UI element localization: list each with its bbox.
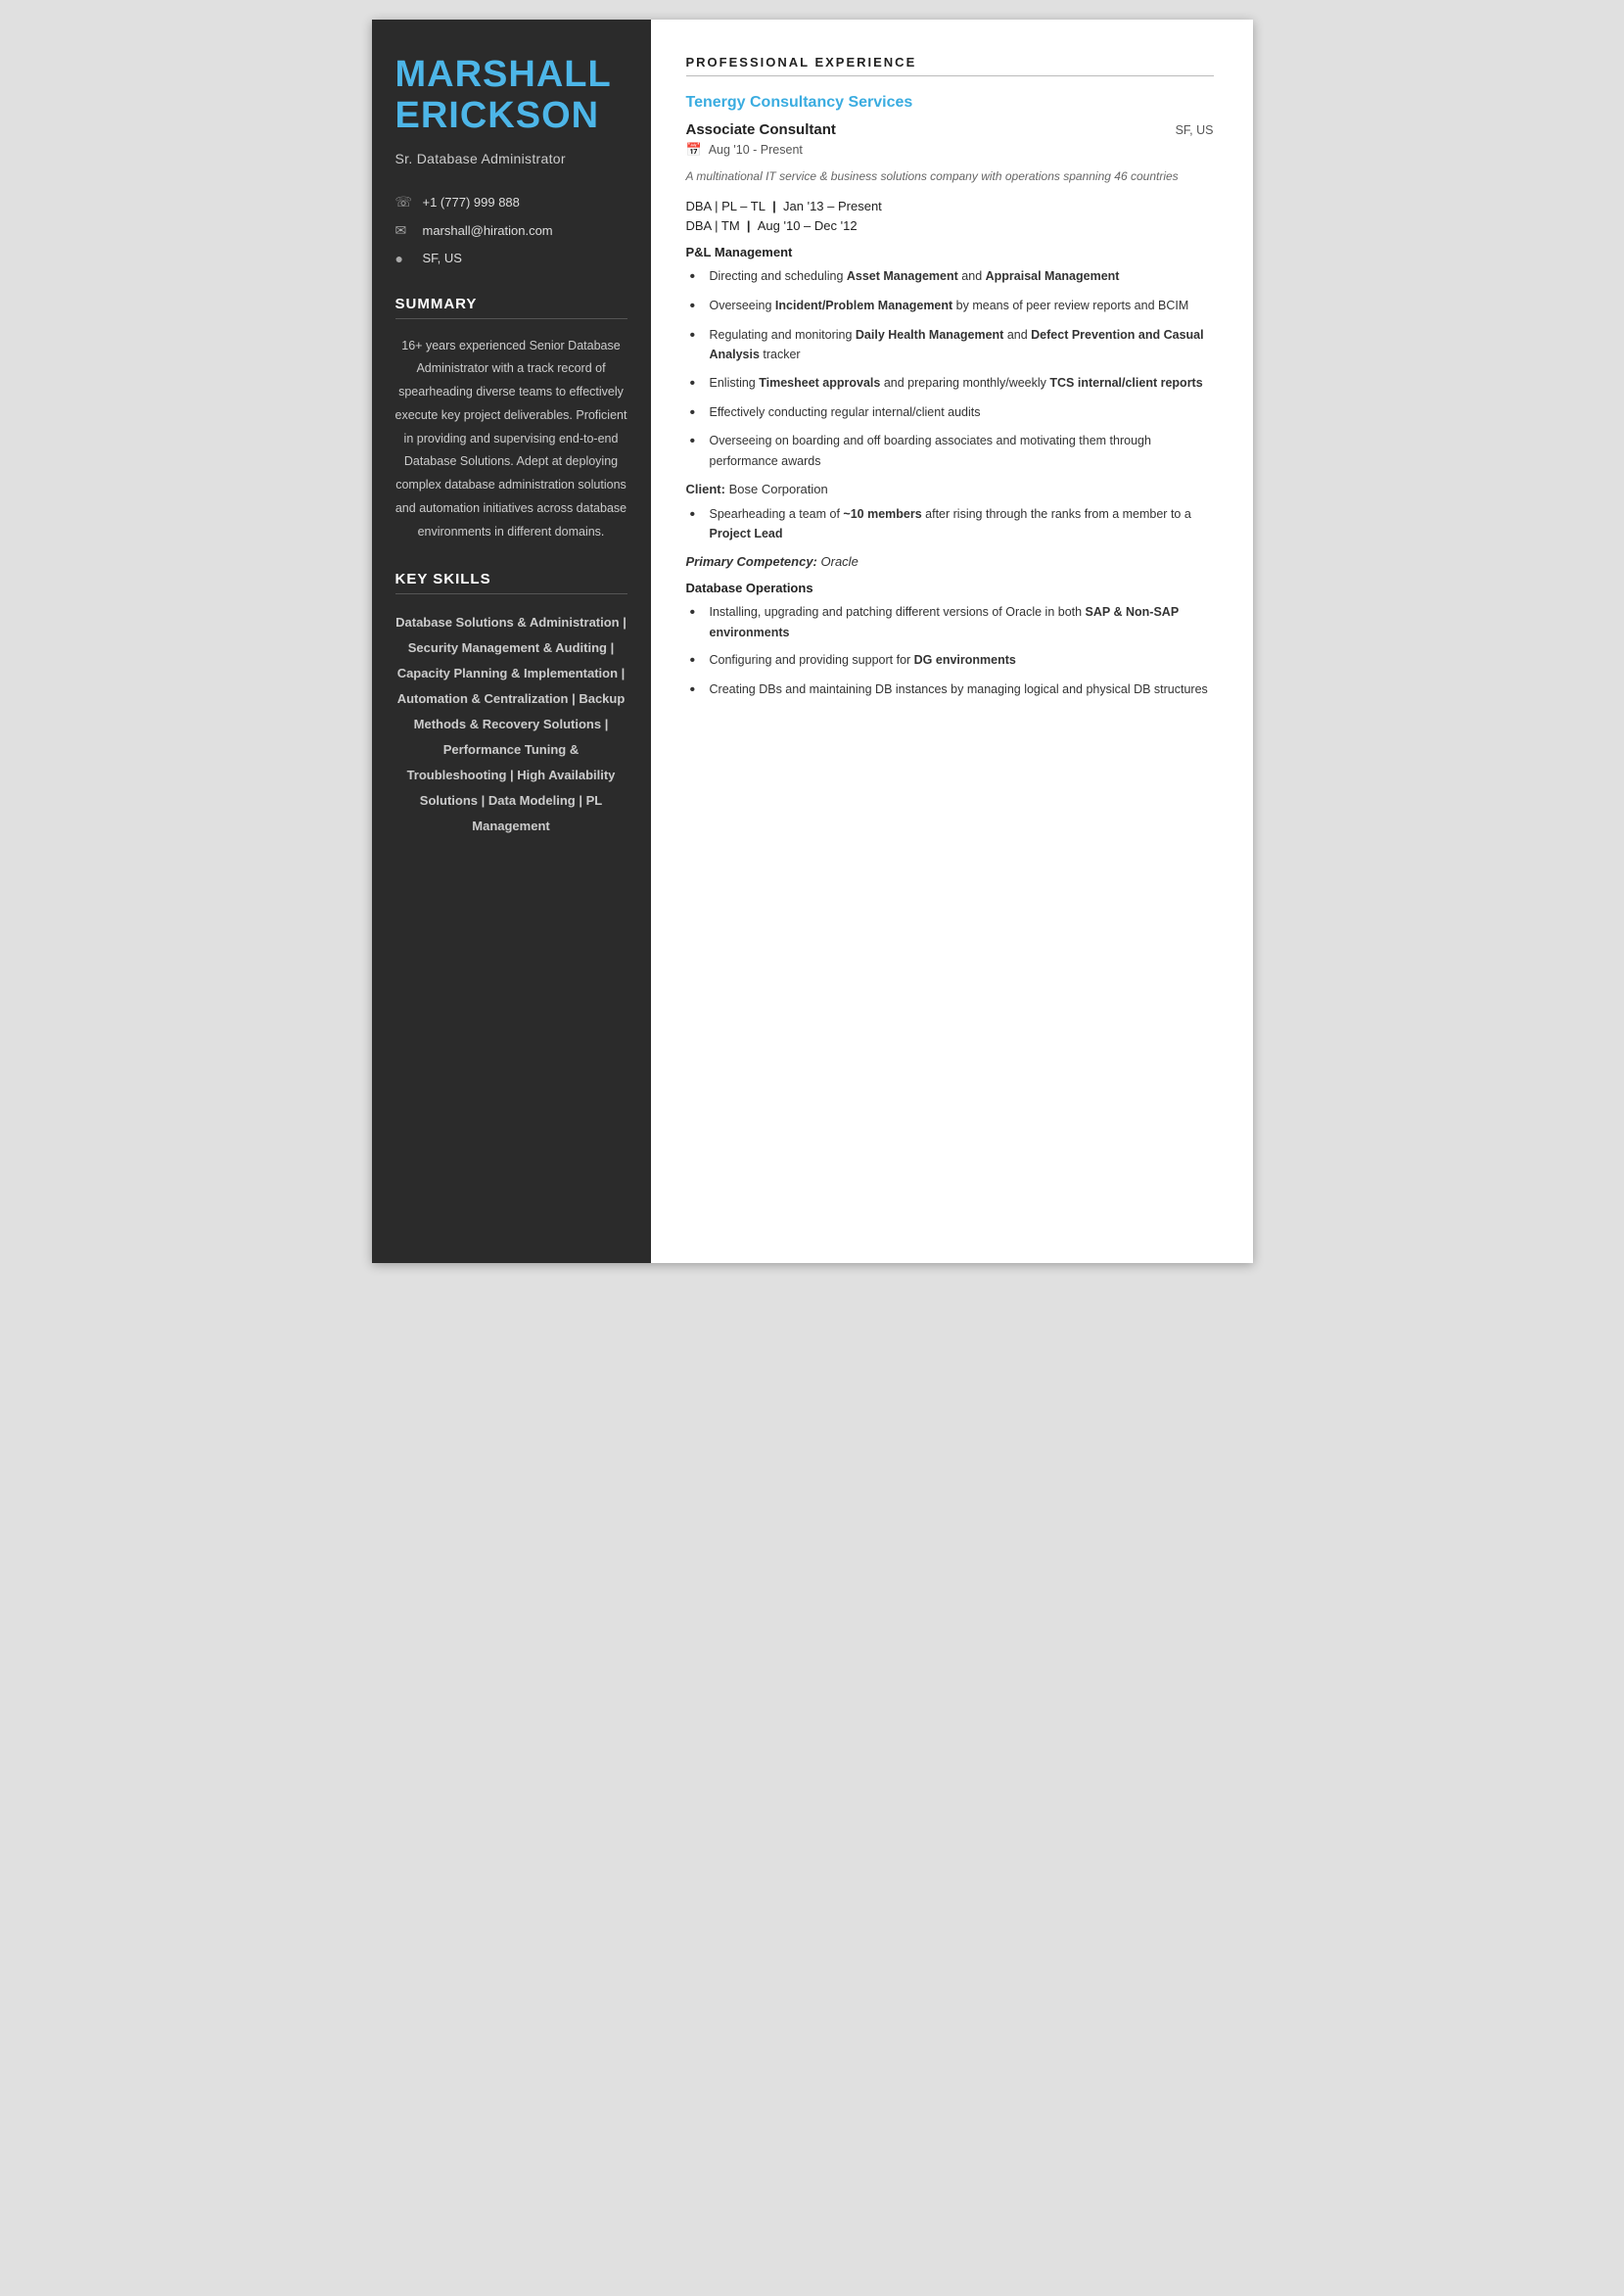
pl-bullet-3: • Regulating and monitoring Daily Health… [686, 325, 1214, 365]
email-icon: ✉ [395, 222, 413, 239]
company-description: A multinational IT service & business so… [686, 167, 1214, 185]
bullet-dot: • [690, 651, 704, 672]
phone-number: +1 (777) 999 888 [423, 195, 520, 210]
summary-text: 16+ years experienced Senior Database Ad… [395, 335, 627, 544]
name-line2: ERICKSON [395, 95, 600, 136]
bullet-dot: • [690, 680, 704, 701]
contact-list: ☏ +1 (777) 999 888 ✉ marshall@hiration.c… [395, 194, 627, 266]
client-name: Bose Corporation [729, 482, 828, 496]
candidate-title: Sr. Database Administrator [395, 151, 627, 166]
pl-bullet-1-text: Directing and scheduling Asset Managemen… [710, 266, 1120, 287]
client-bullet-1: • Spearheading a team of ~10 members aft… [686, 504, 1214, 544]
resume-container: MARSHALL ERICKSON Sr. Database Administr… [372, 20, 1253, 1263]
dates-text: Aug '10 - Present [709, 143, 803, 157]
experience-section-title: PROFESSIONAL EXPERIENCE [686, 55, 1214, 70]
role2-dates: Aug '10 – Dec '12 [758, 218, 858, 233]
db-bullet-2: • Configuring and providing support for … [686, 650, 1214, 672]
sidebar: MARSHALL ERICKSON Sr. Database Administr… [372, 20, 651, 1263]
pl-management-title: P&L Management [686, 245, 1214, 259]
primary-competency-value: Oracle [821, 554, 858, 569]
bullet-dot: • [690, 374, 704, 395]
db-operations-title: Database Operations [686, 581, 1214, 595]
pl-bullet-5: • Effectively conducting regular interna… [686, 402, 1214, 424]
location-text: SF, US [423, 251, 462, 265]
bullet-dot: • [690, 267, 704, 288]
pl-bullet-1: • Directing and scheduling Asset Managem… [686, 266, 1214, 288]
email-address: marshall@hiration.com [423, 223, 553, 238]
db-bullet-3: • Creating DBs and maintaining DB instan… [686, 679, 1214, 701]
role2-label: DBA | TM [686, 218, 740, 233]
bullet-dot: • [690, 326, 704, 347]
client-bullet-1-text: Spearheading a team of ~10 members after… [710, 504, 1214, 544]
skills-divider [395, 593, 627, 594]
phone-icon: ☏ [395, 194, 413, 211]
bullet-dot: • [690, 505, 704, 526]
job-dates: 📅 Aug '10 - Present [686, 142, 1214, 158]
pl-bullet-list: • Directing and scheduling Asset Managem… [686, 266, 1214, 472]
pl-bullet-6-text: Overseeing on boarding and off boarding … [710, 431, 1214, 471]
contact-email: ✉ marshall@hiration.com [395, 222, 627, 239]
primary-competency-line: Primary Competency: Oracle [686, 554, 1214, 569]
contact-phone: ☏ +1 (777) 999 888 [395, 194, 627, 211]
experience-divider [686, 75, 1214, 76]
name-line1: MARSHALL [395, 54, 612, 95]
db-bullet-2-text: Configuring and providing support for DG… [710, 650, 1016, 671]
summary-section-title: SUMMARY [395, 296, 627, 312]
skills-text: Database Solutions & Administration | Se… [395, 610, 627, 839]
role1-label: DBA | PL – TL [686, 199, 766, 213]
company-name: Tenergy Consultancy Services [686, 94, 1214, 112]
primary-competency-label: Primary Competency: [686, 554, 817, 569]
pl-bullet-6: • Overseeing on boarding and off boardin… [686, 431, 1214, 471]
pl-bullet-5-text: Effectively conducting regular internal/… [710, 402, 981, 423]
contact-location: ● SF, US [395, 251, 627, 266]
location-icon: ● [395, 251, 413, 266]
job-header: Associate Consultant SF, US [686, 121, 1214, 138]
job-title: Associate Consultant [686, 121, 836, 138]
role1-line: DBA | PL – TL | Jan '13 – Present [686, 199, 1214, 213]
skills-section-title: KEY SKILLS [395, 571, 627, 587]
bullet-dot: • [690, 603, 704, 624]
db-bullet-1: • Installing, upgrading and patching dif… [686, 602, 1214, 642]
db-bullet-3-text: Creating DBs and maintaining DB instance… [710, 679, 1208, 700]
bullet-dot: • [690, 403, 704, 424]
summary-divider [395, 318, 627, 319]
bullet-dot: • [690, 432, 704, 452]
db-bullet-1-text: Installing, upgrading and patching diffe… [710, 602, 1214, 642]
pl-bullet-2-text: Overseeing Incident/Problem Management b… [710, 296, 1189, 316]
bullet-dot: • [690, 297, 704, 317]
main-content: PROFESSIONAL EXPERIENCE Tenergy Consulta… [651, 20, 1253, 1263]
client-label: Client: [686, 482, 725, 496]
pl-bullet-4-text: Enlisting Timesheet approvals and prepar… [710, 373, 1203, 394]
job-location: SF, US [1176, 123, 1214, 137]
role2-line: DBA | TM | Aug '10 – Dec '12 [686, 218, 1214, 233]
db-bullet-list: • Installing, upgrading and patching dif… [686, 602, 1214, 701]
candidate-name: MARSHALL ERICKSON [395, 55, 627, 137]
role1-dates: Jan '13 – Present [783, 199, 882, 213]
client-bullet-list: • Spearheading a team of ~10 members aft… [686, 504, 1214, 544]
pl-bullet-3-text: Regulating and monitoring Daily Health M… [710, 325, 1214, 365]
pl-bullet-2: • Overseeing Incident/Problem Management… [686, 296, 1214, 317]
client-line: Client: Bose Corporation [686, 482, 1214, 496]
pl-bullet-4: • Enlisting Timesheet approvals and prep… [686, 373, 1214, 395]
calendar-icon: 📅 [686, 142, 702, 158]
